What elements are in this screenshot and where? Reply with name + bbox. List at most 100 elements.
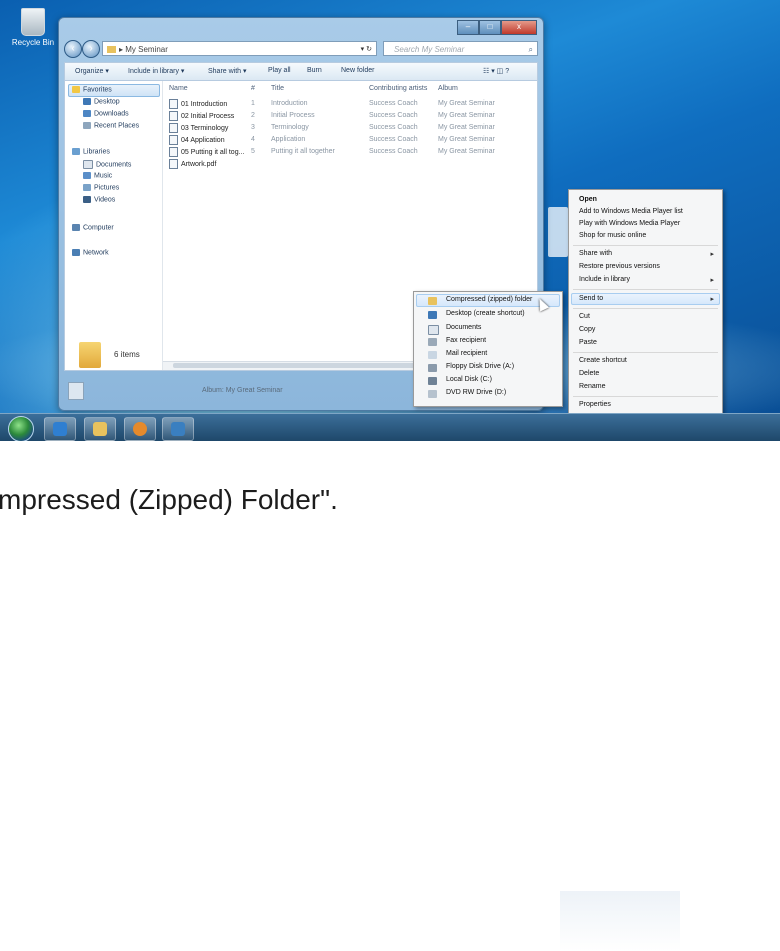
forward-button[interactable]: › — [82, 40, 100, 58]
menu-item-add-to-wmp-list[interactable]: Add to Windows Media Player list — [579, 208, 683, 215]
album-thumbnail — [68, 382, 84, 400]
nav-libraries[interactable]: Libraries — [72, 148, 110, 155]
nav-music[interactable]: Music — [83, 172, 112, 179]
caption-text: mpressed (Zipped) Folder". — [0, 484, 338, 515]
menu-item-properties[interactable]: Properties — [579, 401, 611, 408]
taskbar-explorer[interactable] — [84, 417, 116, 441]
column-album[interactable]: Album — [438, 85, 458, 92]
computer-icon — [72, 224, 80, 231]
album-detail: Album: My Great Seminar — [202, 387, 283, 394]
menu-item-play-with-wmp[interactable]: Play with Windows Media Player — [579, 220, 680, 227]
dvd-drive-icon — [428, 390, 437, 398]
maximize-button[interactable]: □ — [479, 20, 501, 35]
file-name: 05 Putting it all tog... — [169, 147, 244, 157]
minimize-button[interactable]: – — [457, 20, 479, 35]
menu-item-cut[interactable]: Cut — [579, 313, 590, 320]
column-name[interactable]: Name — [169, 85, 188, 92]
track-artist: Success Coach — [369, 100, 418, 107]
documents-icon — [83, 160, 93, 169]
nav-computer[interactable]: Computer — [72, 224, 114, 231]
menu-item-paste[interactable]: Paste — [579, 339, 597, 346]
taskbar-media-player[interactable] — [124, 417, 156, 441]
nav-videos[interactable]: Videos — [83, 196, 115, 203]
audio-file-icon — [169, 99, 178, 109]
navigation-pane: Favorites Desktop Downloads Recent Place… — [65, 81, 163, 370]
recycle-bin-icon — [21, 8, 45, 36]
track-artist: Success Coach — [369, 136, 418, 143]
taskbar-media-center[interactable] — [162, 417, 194, 441]
nav-network[interactable]: Network — [72, 249, 109, 256]
close-button[interactable]: x — [501, 20, 537, 35]
view-options[interactable]: ☷ ▾ ◫ ? — [483, 67, 509, 75]
menu-item-create-shortcut[interactable]: Create shortcut — [579, 357, 627, 364]
audio-file-icon — [169, 147, 178, 157]
back-button[interactable]: ‹ — [64, 40, 82, 58]
include-in-library-button[interactable]: Include in library ▾ — [128, 67, 184, 75]
start-button[interactable] — [8, 416, 34, 442]
address-text: ▸ My Seminar — [119, 45, 168, 54]
recent-places-icon — [83, 122, 91, 129]
share-with-button[interactable]: Share with ▾ — [208, 67, 247, 75]
menu-separator — [573, 308, 718, 309]
track-number: 4 — [251, 136, 255, 143]
libraries-icon — [72, 148, 80, 155]
search-placeholder: Search My Seminar — [394, 45, 465, 54]
sendto-mail[interactable]: Mail recipient — [446, 350, 487, 357]
taskbar-ie[interactable] — [44, 417, 76, 441]
media-player-icon — [133, 422, 147, 436]
address-bar[interactable]: ▸ My Seminar ▾ ↻ — [102, 41, 377, 56]
menu-item-shop-for-music[interactable]: Shop for music online — [579, 232, 646, 239]
sendto-fax[interactable]: Fax recipient — [446, 337, 486, 344]
sendto-floppy[interactable]: Floppy Disk Drive (A:) — [446, 363, 514, 370]
nav-pictures[interactable]: Pictures — [83, 184, 119, 191]
local-disk-icon — [428, 377, 437, 385]
videos-icon — [83, 196, 91, 203]
desktop: Recycle Bin – □ x ‹ › ▸ My Seminar ▾ ↻ S… — [0, 0, 780, 413]
nav-desktop[interactable]: Desktop — [83, 98, 120, 105]
menu-item-rename[interactable]: Rename — [579, 383, 605, 390]
column-artists[interactable]: Contributing artists — [369, 85, 427, 92]
track-number: 2 — [251, 112, 255, 119]
nav-label: Recent Places — [94, 122, 140, 130]
sendto-dvd-drive[interactable]: DVD RW Drive (D:) — [446, 389, 506, 396]
track-title: Putting it all together — [271, 148, 335, 155]
sendto-local-disk[interactable]: Local Disk (C:) — [446, 376, 492, 383]
zip-folder-icon — [428, 297, 437, 305]
nav-downloads[interactable]: Downloads — [83, 110, 129, 117]
nav-documents[interactable]: Documents — [83, 160, 131, 169]
address-controls[interactable]: ▾ ↻ — [361, 42, 372, 57]
menu-item-copy[interactable]: Copy — [579, 326, 595, 333]
search-input[interactable]: Search My Seminar ⌕ — [383, 41, 538, 56]
track-title: Application — [271, 136, 306, 143]
menu-item-open[interactable]: Open — [579, 196, 597, 203]
desktop-icon — [428, 311, 437, 319]
navigation-bar: ‹ › ▸ My Seminar ▾ ↻ Search My Seminar ⌕ — [64, 40, 538, 58]
column-number[interactable]: # — [251, 85, 255, 92]
menu-item-share-with[interactable]: Share with — [579, 250, 612, 257]
sendto-compressed-folder[interactable]: Compressed (zipped) folder — [446, 296, 532, 303]
menu-item-restore-previous[interactable]: Restore previous versions — [579, 263, 660, 270]
recycle-bin[interactable]: Recycle Bin — [8, 8, 58, 47]
menu-item-include-in-library[interactable]: Include in library — [579, 276, 630, 283]
play-all-button[interactable]: Play all — [268, 67, 291, 74]
nav-label: Desktop — [94, 98, 120, 106]
burn-button[interactable]: Burn — [307, 67, 322, 74]
organize-button[interactable]: Organize ▾ — [75, 67, 109, 75]
new-folder-button[interactable]: New folder — [341, 67, 374, 74]
pictures-icon — [83, 184, 91, 191]
menu-separator — [573, 352, 718, 353]
nav-recent-places[interactable]: Recent Places — [83, 122, 139, 129]
track-album: My Great Seminar — [438, 112, 495, 119]
sendto-desktop[interactable]: Desktop (create shortcut) — [446, 310, 525, 317]
desktop-item-partial — [548, 207, 568, 257]
menu-item-delete[interactable]: Delete — [579, 370, 599, 377]
menu-item-send-to[interactable]: Send to — [579, 295, 603, 302]
fax-icon — [428, 338, 437, 346]
recycle-bin-label: Recycle Bin — [11, 38, 55, 47]
column-title[interactable]: Title — [271, 85, 284, 92]
star-icon — [72, 86, 80, 93]
command-toolbar: Organize ▾ Include in library ▾ Share wi… — [64, 62, 538, 81]
track-number: 5 — [251, 148, 255, 155]
nav-favorites[interactable]: Favorites — [72, 86, 112, 93]
sendto-documents[interactable]: Documents — [446, 324, 481, 331]
